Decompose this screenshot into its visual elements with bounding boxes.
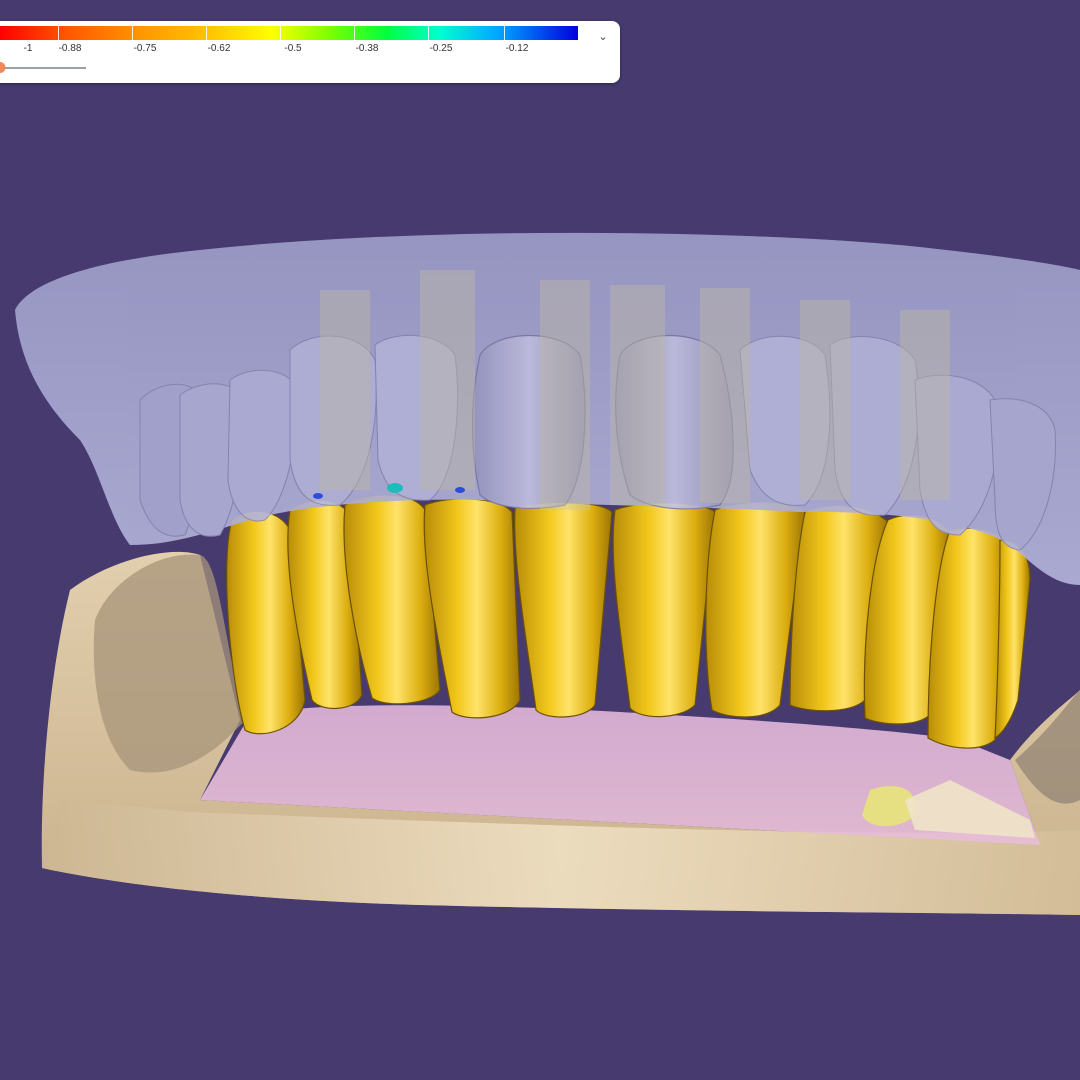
legend-tick-label: -0.75	[133, 43, 157, 54]
legend-slider[interactable]	[0, 61, 88, 75]
legend-tick-label: -0.25	[429, 43, 453, 54]
crown-tooth-5[interactable]	[514, 501, 613, 718]
crown-tooth-6[interactable]	[612, 502, 716, 718]
legend-tick-label: -1	[23, 43, 33, 54]
legend-tick-label: -0.12	[505, 43, 529, 54]
chevron-down-icon[interactable]: ⌄	[596, 30, 610, 44]
crown-tooth-11[interactable]	[994, 539, 1031, 740]
3d-viewport[interactable]	[0, 0, 1080, 1080]
legend-tick-label: -0.88	[58, 43, 82, 54]
legend-tick-label: -0.38	[355, 43, 379, 54]
legend-tick-label: -0.5	[284, 43, 302, 54]
deviation-legend-panel: -1 -0.88 -0.75 -0.62 -0.5 -0.38 -0.25 -0…	[0, 21, 620, 83]
deviation-color-bar	[0, 26, 578, 40]
slider-track[interactable]	[0, 67, 86, 69]
slider-thumb[interactable]	[0, 62, 6, 73]
legend-tick-label: -0.62	[207, 43, 231, 54]
